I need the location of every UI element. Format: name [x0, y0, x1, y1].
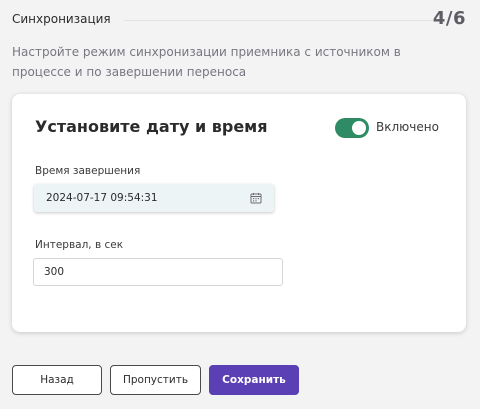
- step-description: Настройте режим синхронизации приемника …: [12, 45, 401, 79]
- end-time-label: Время завершения: [35, 165, 141, 177]
- step-title: Синхронизация: [12, 12, 111, 26]
- calendar-icon[interactable]: [250, 192, 262, 204]
- sync-settings-page: Синхронизация 4/6 Настройте режим синхро…: [0, 0, 480, 409]
- interval-input[interactable]: [33, 258, 283, 286]
- datetime-card: Установите дату и время Включено Время з…: [12, 94, 466, 332]
- header-divider: [124, 20, 434, 21]
- toggle-knob: [352, 121, 366, 135]
- step-header: Синхронизация 4/6: [12, 8, 466, 32]
- card-title: Установите дату и время: [35, 117, 268, 136]
- step-counter: 4/6: [432, 8, 466, 29]
- back-button[interactable]: Назад: [12, 365, 102, 395]
- end-time-picker[interactable]: 2024-07-17 09:54:31: [34, 184, 274, 212]
- skip-button[interactable]: Пропустить: [110, 365, 201, 395]
- enabled-toggle-label: Включено: [376, 120, 439, 134]
- interval-label: Интервал, в сек: [35, 239, 124, 251]
- enabled-toggle[interactable]: [335, 118, 369, 138]
- end-time-value: 2024-07-17 09:54:31: [46, 192, 158, 204]
- save-button[interactable]: Сохранить: [209, 365, 299, 395]
